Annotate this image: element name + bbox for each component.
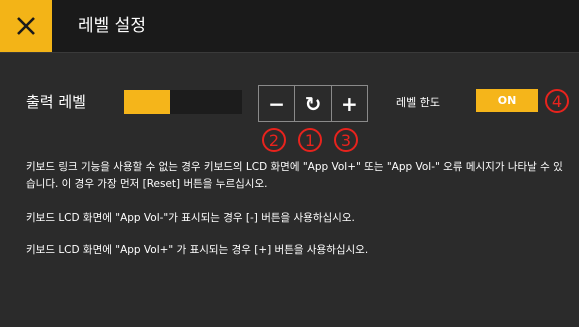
reset-icon: ↻ bbox=[304, 91, 322, 116]
marker-4: 4 bbox=[545, 89, 569, 113]
output-level-meter bbox=[124, 90, 242, 114]
close-icon bbox=[17, 17, 35, 35]
header-bar: 레벨 설정 bbox=[0, 0, 579, 53]
page-title: 레벨 설정 bbox=[78, 16, 146, 36]
info-message-minus: 키보드 LCD 화면에 "App Vol-"가 표시되는 경우 [-] 버튼을 … bbox=[26, 212, 355, 224]
output-level-label: 출력 레벨 bbox=[26, 93, 86, 111]
reset-button[interactable]: ↻ bbox=[294, 86, 330, 121]
minus-button[interactable]: − bbox=[259, 86, 294, 121]
level-limit-toggle[interactable]: ON bbox=[476, 89, 538, 112]
marker-2: 2 bbox=[262, 128, 286, 152]
output-level-fill bbox=[124, 90, 171, 114]
level-control-group: − ↻ + bbox=[258, 85, 368, 122]
info-message-plus: 키보드 LCD 화면에 "App Vol+" 가 표시되는 경우 [+] 버튼을… bbox=[26, 244, 369, 256]
level-limit-label: 레벨 한도 bbox=[396, 96, 440, 109]
plus-button[interactable]: + bbox=[330, 86, 367, 121]
marker-3: 3 bbox=[334, 128, 358, 152]
info-message-reset: 키보드 링크 기능을 사용할 수 없는 경우 키보드의 LCD 화면에 "App… bbox=[26, 161, 563, 190]
marker-1: 1 bbox=[298, 128, 322, 152]
close-button[interactable] bbox=[0, 0, 52, 52]
